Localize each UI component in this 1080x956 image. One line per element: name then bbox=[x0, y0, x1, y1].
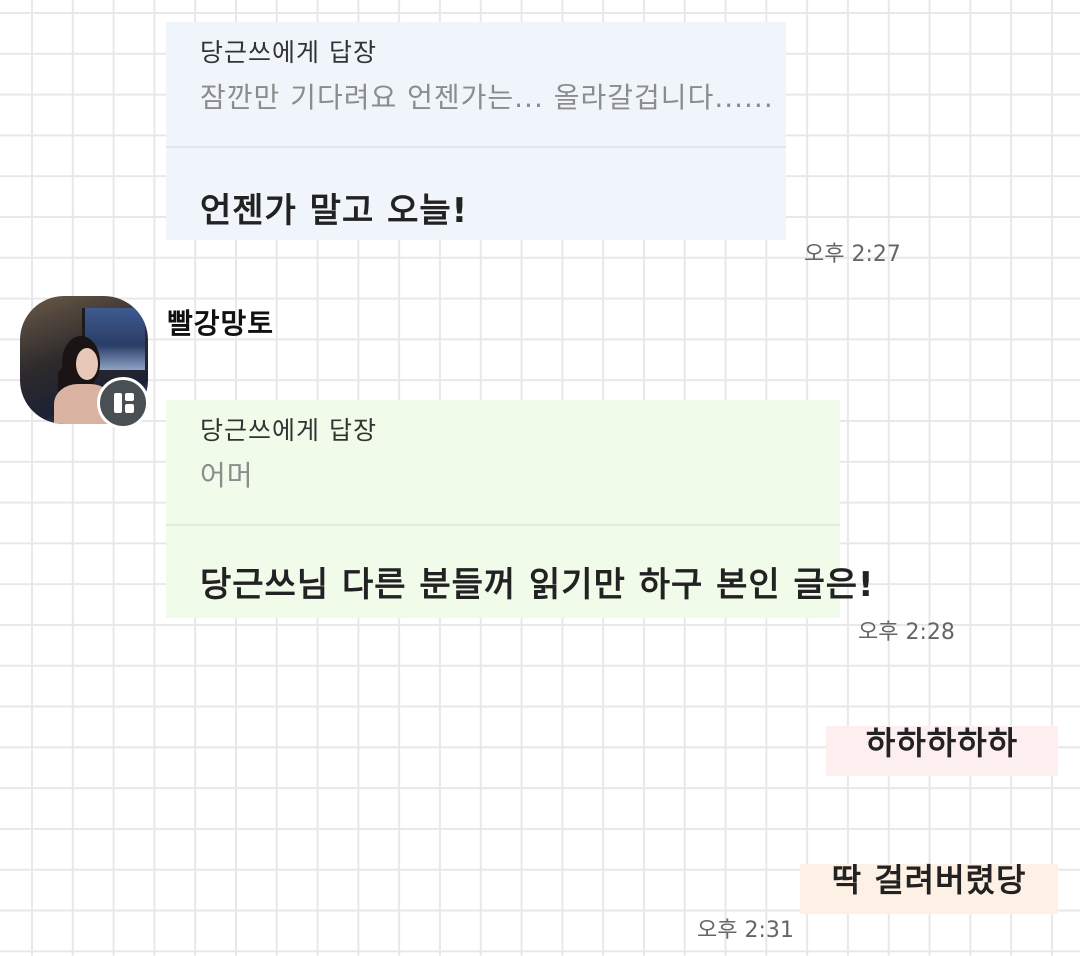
message-text: 언젠가 말고 오늘! bbox=[200, 191, 469, 231]
reply-header: 당근쓰에게 답장 잠깐만 기다려요 언젠가는... 올라갈겁니다...... bbox=[166, 22, 786, 118]
message-text: 당근쓰님 다른 분들꺼 읽기만 하구 본인 글은! bbox=[200, 565, 875, 605]
reply-bubble-1[interactable]: 당근쓰에게 답장 잠깐만 기다려요 언젠가는... 올라갈겁니다...... 언… bbox=[166, 22, 786, 240]
reply-bubble-2[interactable]: 당근쓰에게 답장 어머 당근쓰님 다른 분들꺼 읽기만 하구 본인 글은! bbox=[166, 400, 874, 618]
message-bubble-own[interactable]: 딱 걸려버렸당 bbox=[800, 864, 1058, 914]
reply-quote-text: 잠깐만 기다려요 언젠가는... 올라갈겁니다...... bbox=[200, 81, 774, 114]
message-timestamp: 오후 2:28 bbox=[858, 620, 955, 645]
reply-header: 당근쓰에게 답장 어머 bbox=[166, 400, 840, 496]
sender-name[interactable]: 빨강망토 bbox=[167, 302, 274, 342]
message-timestamp: 오후 2:31 bbox=[697, 918, 794, 943]
kakao-channel-badge-icon bbox=[97, 377, 149, 429]
reply-target-label: 당근쓰에게 답장 bbox=[200, 38, 377, 67]
message-bubble-own[interactable]: 하하하하하 bbox=[826, 726, 1058, 776]
reply-divider bbox=[166, 146, 786, 148]
reply-divider bbox=[166, 524, 840, 526]
avatar-face bbox=[76, 348, 98, 380]
reply-quote-text: 어머 bbox=[200, 459, 254, 492]
reply-target-label: 당근쓰에게 답장 bbox=[200, 416, 377, 445]
message-timestamp: 오후 2:27 bbox=[804, 242, 901, 267]
